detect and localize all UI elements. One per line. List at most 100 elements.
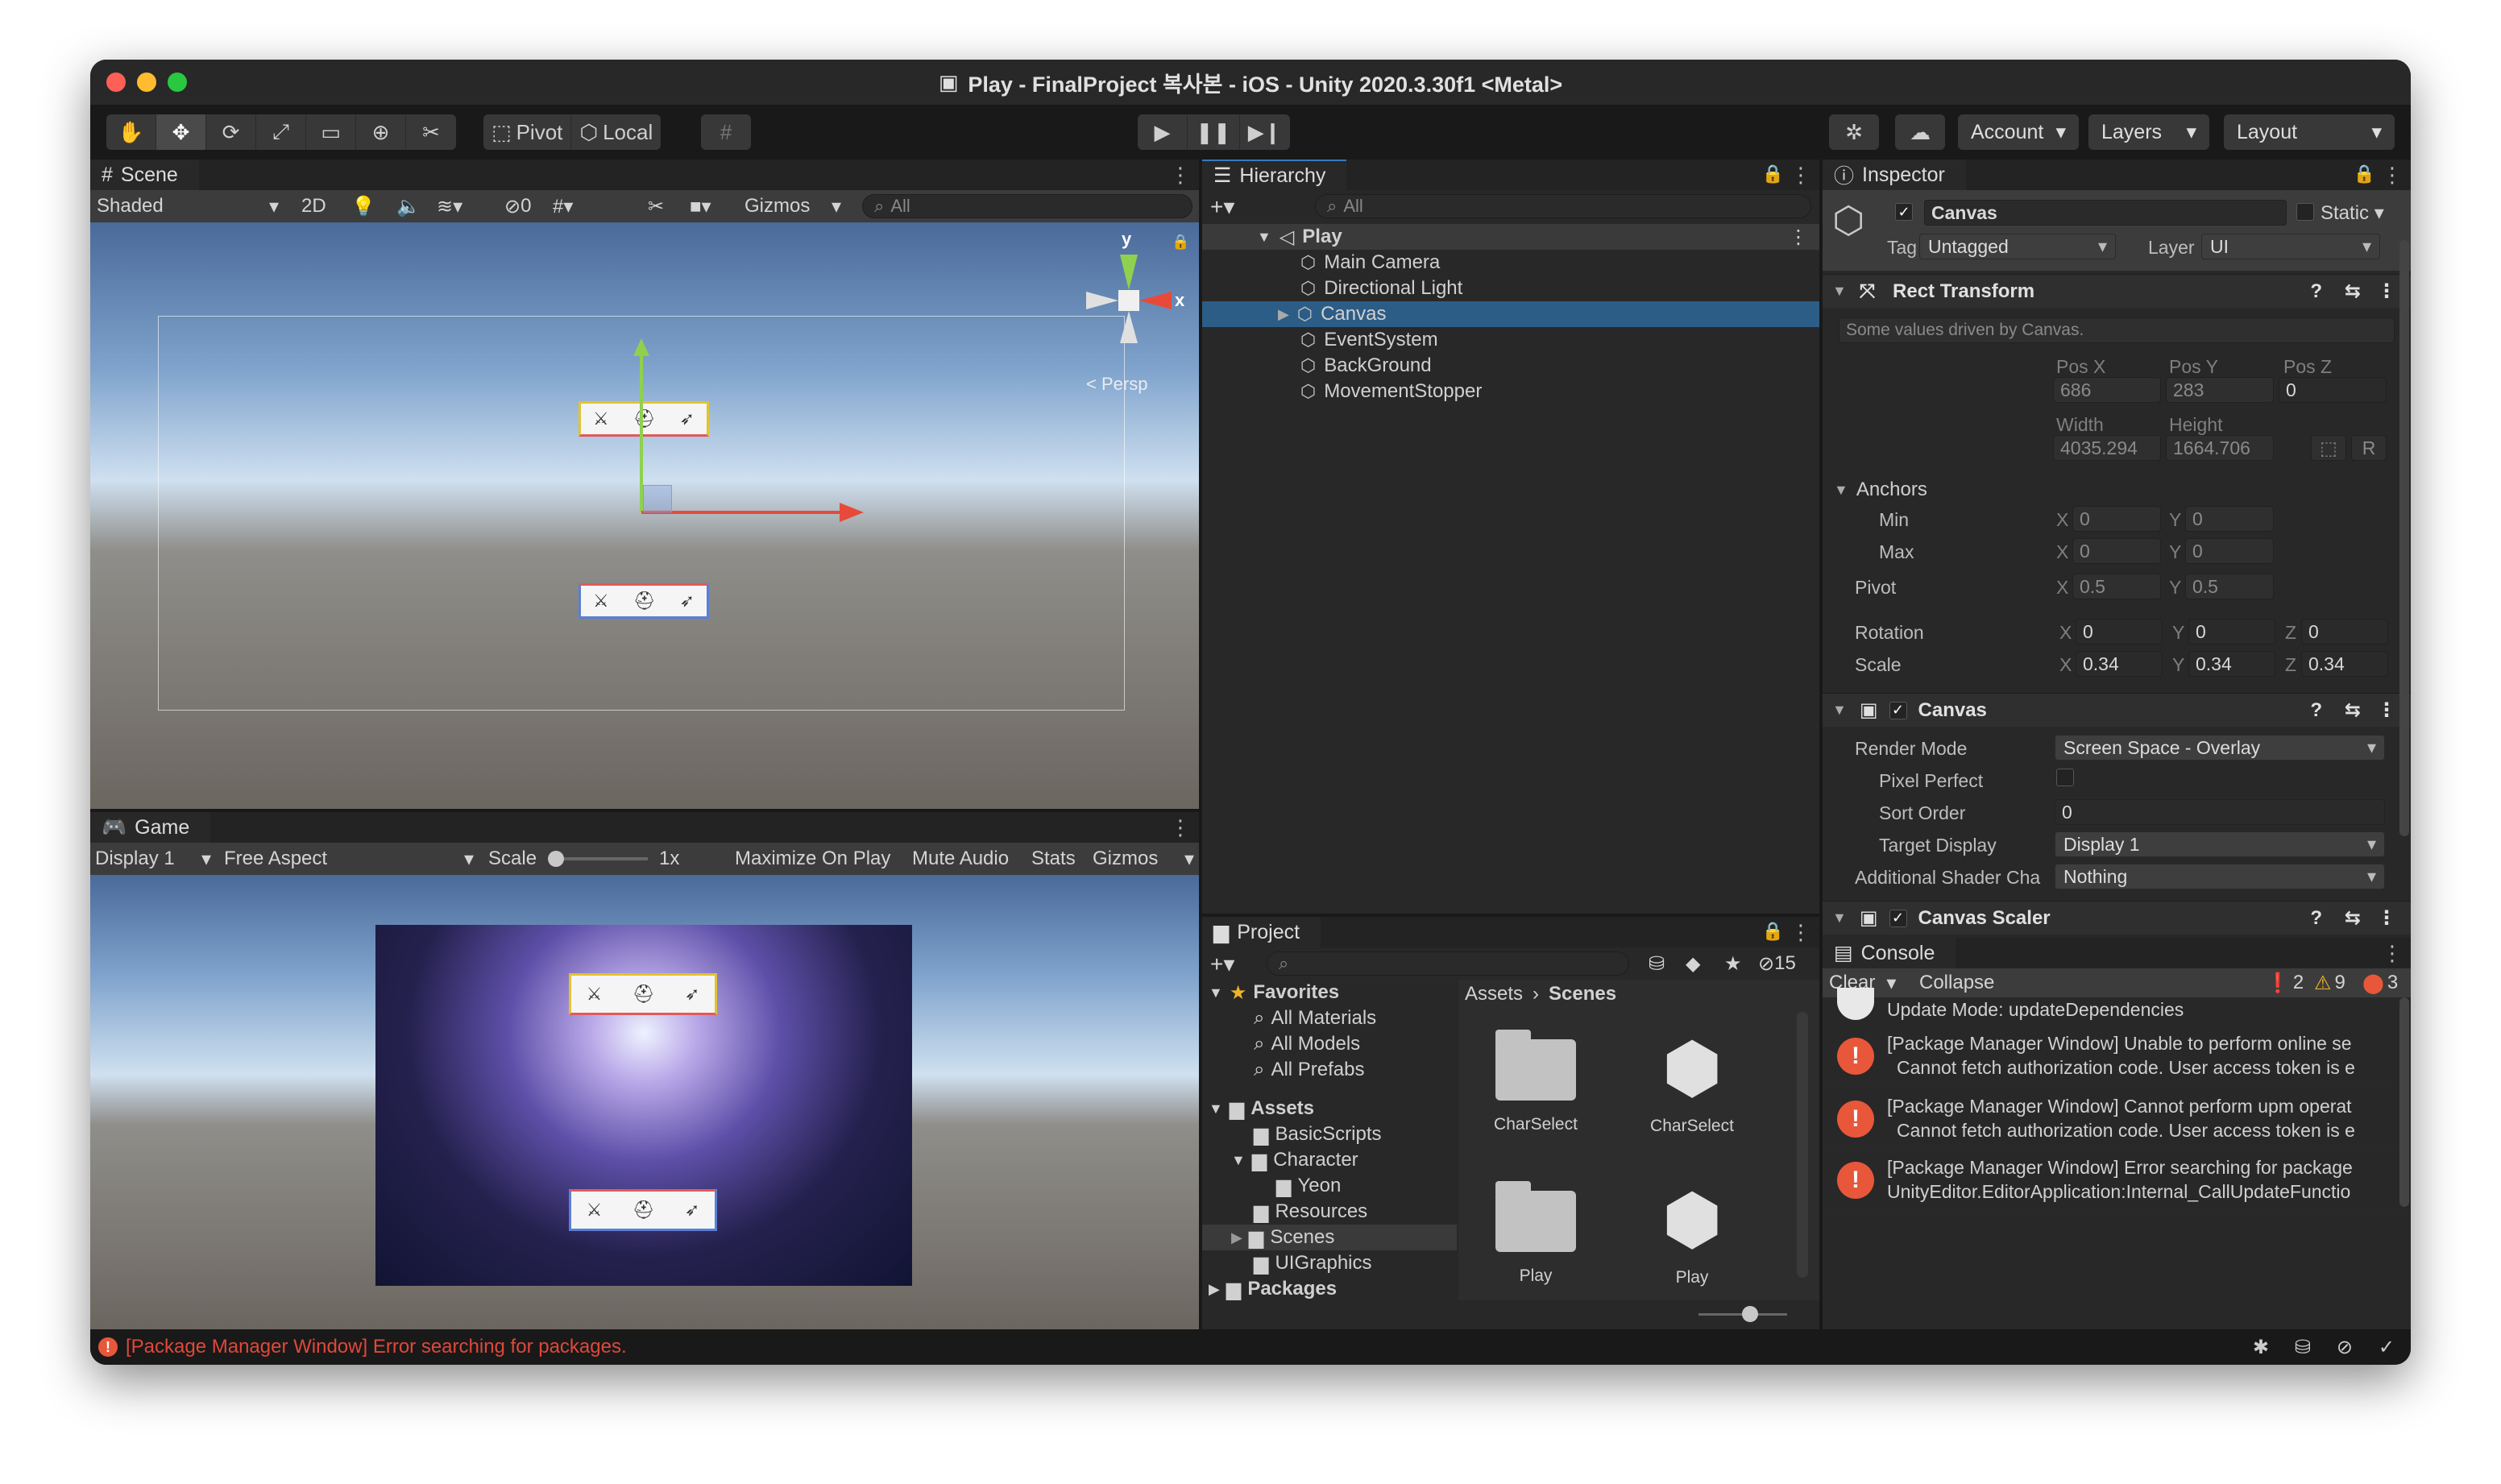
pivot-x-field[interactable]: 0.5 <box>2072 574 2161 599</box>
scale-y-field[interactable]: 0.34 <box>2188 651 2275 677</box>
lighting-icon[interactable]: 💡 <box>351 190 375 222</box>
step-button[interactable]: ▶❙ <box>1240 114 1290 150</box>
tools-icon[interactable]: ✂ <box>648 190 664 222</box>
slider-thumb[interactable] <box>548 851 564 867</box>
canvas-component-header[interactable]: ▼ ▣ ✓ Canvas ? ⇆ ⋮ <box>1823 693 2411 727</box>
shading-dropdown[interactable]: Shaded ▾ <box>97 190 279 222</box>
hierarchy-item[interactable]: ⬡ BackGround <box>1202 353 1819 379</box>
packages-row[interactable]: ▶ ▆ Packages <box>1202 1276 1457 1302</box>
cloud-icon[interactable]: ☁ <box>1895 114 1945 150</box>
pause-button[interactable]: ❚❚ <box>1188 114 1240 150</box>
pos-y-field[interactable]: 283 <box>2166 377 2274 403</box>
object-name-field[interactable]: Canvas <box>1924 200 2287 226</box>
log-entry[interactable]: ! [Package Manager Window] Unable to per… <box>1823 1026 2411 1088</box>
more-icon[interactable]: ⋮ <box>2377 280 2396 303</box>
game-viewport[interactable]: ⚔ ⛑ ➶ ⚔ ⛑ ➶ <box>90 875 1199 1329</box>
gizmo-neg-x-cone[interactable] <box>1086 292 1118 309</box>
pos-z-field[interactable]: 0 <box>2279 377 2387 403</box>
scene-search-input[interactable]: ⌕ All <box>862 194 1192 218</box>
help-icon[interactable]: ? <box>2310 699 2322 722</box>
preset-icon[interactable]: ⇆ <box>2345 698 2361 722</box>
static-checkbox[interactable] <box>2296 203 2314 221</box>
zoom-button[interactable] <box>168 73 187 92</box>
console-scrollbar[interactable] <box>2399 997 2409 1207</box>
favorite-item[interactable]: ⌕ All Models <box>1202 1031 1457 1057</box>
grid-snap-icon[interactable]: # <box>701 114 751 150</box>
visibility-toggle[interactable]: ⊘ 0 <box>504 190 531 222</box>
folder-item[interactable]: ▆ Resources <box>1202 1199 1457 1225</box>
static-dropdown[interactable]: Static ▾ <box>2321 201 2384 225</box>
gizmo-center-cube[interactable] <box>1118 290 1139 311</box>
breadcrumb-assets[interactable]: Assets <box>1465 983 1523 1005</box>
filter-label-icon[interactable]: ◆ <box>1686 947 1700 980</box>
gizmo-neg-y-cone[interactable] <box>1120 311 1138 343</box>
move-gizmo-plane[interactable] <box>643 485 672 512</box>
raw-edit-button[interactable]: R <box>2351 435 2387 461</box>
canvas-scaler-header[interactable]: ▼ ▣ ✓ Canvas Scaler ? ⇆ ⋮ <box>1823 901 2411 935</box>
camera-icon[interactable]: ■▾ <box>690 190 711 222</box>
play-button[interactable]: ▶ <box>1138 114 1188 150</box>
log-entry[interactable]: ! [Package Manager Window] Cannot perfor… <box>1823 1089 2411 1150</box>
gizmos-dropdown[interactable]: Gizmos ▾ <box>744 190 841 222</box>
info-filter-toggle[interactable]: ❗ 2 <box>2266 968 2304 997</box>
layers-dropdown[interactable]: Layers ▾ <box>2088 114 2209 150</box>
chevron-right-icon[interactable]: ▶ <box>1278 306 1289 323</box>
hierarchy-search-input[interactable]: ⌕ All <box>1315 194 1811 218</box>
2d-toggle[interactable]: 2D <box>301 190 326 222</box>
more-icon[interactable]: ⋮ <box>1170 163 1191 188</box>
scale-z-field[interactable]: 0.34 <box>2301 651 2388 677</box>
folder-item-selected[interactable]: ▶ ▆ Scenes <box>1202 1225 1457 1250</box>
asset-item[interactable]: Play <box>1471 1181 1600 1286</box>
folder-item[interactable]: ▼ ▆ Character <box>1202 1147 1457 1173</box>
folder-item[interactable]: ▆ BasicScripts <box>1202 1121 1457 1147</box>
scene-ui-bottom[interactable]: ⚔ ⛑ ➶ <box>579 583 709 619</box>
canvas-scaler-enabled-checkbox[interactable]: ✓ <box>1889 909 1907 927</box>
grid-visibility-icon[interactable]: #▾ <box>553 190 573 222</box>
log-entry[interactable]: ! [Package Manager Window] Error searchi… <box>1823 1150 2411 1212</box>
pixel-perfect-checkbox[interactable] <box>2056 769 2074 786</box>
help-icon[interactable]: ? <box>2310 280 2322 303</box>
cache-icon[interactable]: ⛁ <box>2295 1336 2311 1359</box>
hierarchy-item[interactable]: ⬡ Directional Light <box>1202 276 1819 301</box>
debug-icon[interactable]: ✱ <box>2253 1336 2269 1359</box>
hierarchy-item[interactable]: ⬡ Main Camera <box>1202 250 1819 276</box>
auto-generate-lighting-icon[interactable]: ⊘ <box>2337 1336 2353 1359</box>
height-field[interactable]: 1664.706 <box>2166 435 2274 461</box>
more-icon[interactable]: ⋮ <box>2382 941 2403 966</box>
transform-tool-icon[interactable]: ⊕ <box>356 114 406 150</box>
anchor-min-x-field[interactable]: 0 <box>2072 506 2161 532</box>
tab-game[interactable]: 🎮 Game <box>90 812 211 843</box>
maximize-on-play-toggle[interactable]: Maximize On Play <box>735 843 890 875</box>
tab-hierarchy[interactable]: ☰ Hierarchy <box>1202 160 1347 190</box>
rotate-tool-icon[interactable]: ⟳ <box>206 114 256 150</box>
rotation-z-field[interactable]: 0 <box>2301 619 2388 645</box>
anchors-foldout[interactable]: ▼ Anchors <box>1823 474 2411 506</box>
pos-x-field[interactable]: 686 <box>2053 377 2161 403</box>
account-dropdown[interactable]: Account ▾ <box>1958 114 2079 150</box>
project-search-input[interactable]: ⌕ <box>1267 951 1629 976</box>
rotation-y-field[interactable]: 0 <box>2188 619 2275 645</box>
blueprint-mode-icon[interactable]: ⬚ <box>2311 435 2346 461</box>
tab-console[interactable]: ▤ Console <box>1823 938 1956 968</box>
gameobject-icon[interactable]: ⬡ <box>1832 198 1864 242</box>
render-mode-dropdown[interactable]: Screen Space - Overlay <box>2055 735 2385 761</box>
active-checkbox[interactable]: ✓ <box>1895 203 1913 221</box>
scale-slider[interactable] <box>548 843 648 875</box>
lock-icon[interactable]: 🔒 <box>1762 164 1784 184</box>
anchor-max-y-field[interactable]: 0 <box>2185 538 2274 564</box>
game-ui-bottom[interactable]: ⚔ ⛑ ➶ <box>569 1189 717 1231</box>
more-icon[interactable]: ⋮ <box>2382 163 2403 188</box>
move-gizmo-y-arrow[interactable] <box>633 338 649 356</box>
more-icon[interactable]: ⋮ <box>1790 163 1811 188</box>
aspect-dropdown[interactable]: Free Aspect ▾ <box>224 843 474 875</box>
stats-toggle[interactable]: Stats <box>1031 843 1076 875</box>
hierarchy-item[interactable]: ⬡ EventSystem <box>1202 327 1819 353</box>
tag-dropdown[interactable]: Untagged <box>1919 234 2116 259</box>
create-dropdown[interactable]: +▾ <box>1210 190 1234 222</box>
mute-audio-toggle[interactable]: Mute Audio <box>912 843 1009 875</box>
folder-item[interactable]: ▆ UIGraphics <box>1202 1250 1457 1276</box>
anchor-min-y-field[interactable]: 0 <box>2185 506 2274 532</box>
tab-inspector[interactable]: ⓘ Inspector <box>1823 160 1966 190</box>
gizmo-y-cone[interactable] <box>1120 255 1138 290</box>
more-icon[interactable]: ⋮ <box>2377 906 2396 930</box>
